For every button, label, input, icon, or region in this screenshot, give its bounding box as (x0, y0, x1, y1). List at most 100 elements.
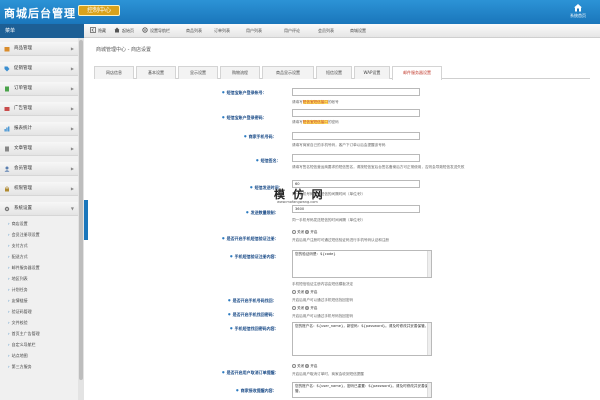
find-pwd-yes-radio[interactable] (305, 290, 310, 294)
send-limit-input[interactable]: 3600 (292, 205, 420, 213)
remind-label: 是否开启用户取消订单提醒： (222, 370, 279, 376)
remind-hint: 开启后用户取消订单时，商家会收到短信提醒 (292, 372, 364, 376)
sidebar-group-orders[interactable]: 订单管理 ▶ (0, 82, 78, 96)
find-pwd-no-radio[interactable] (292, 290, 296, 294)
sidebar-group-ads[interactable]: 广告管理 ▶ (0, 102, 78, 116)
tag-icon (4, 66, 10, 72)
bind-pwd-hint: 开启后用户可以通过手机号码找回密码 (292, 314, 354, 318)
nav-item-set-navbar[interactable]: 设置导航栏 (142, 24, 170, 38)
tab-product-display[interactable]: 商品显示设置 (262, 66, 314, 79)
sidebar-item-links[interactable]: 友情链接 (8, 298, 28, 304)
doc-icon (5, 146, 9, 152)
nav-item-orders[interactable]: 订单列表 (214, 24, 230, 38)
find-pwd-label: 是否开启手机号码找回： (228, 298, 277, 304)
tab-checkout-flow[interactable]: 购物流程 (220, 66, 260, 79)
sidebar-item-shipping[interactable]: 配送方式 (8, 254, 28, 260)
remind-no-radio[interactable] (292, 364, 296, 368)
bind-pwd-label: 是否开启手机找回密码： (228, 312, 277, 318)
nav-item-products[interactable]: 商品列表 (186, 24, 202, 38)
app-logo: 商城后台管理 (4, 7, 76, 20)
find-pwd-hint: 开启后用户可以通过手机短信找回密码 (292, 298, 354, 302)
sidebar-group-system-settings[interactable]: 系统设置 ▼ (0, 202, 78, 216)
hide-icon (90, 27, 96, 33)
sidebar: 商品管理 ▶ 促销管理 ▶ 订单管理 ▶ 广告管理 ▶ 报表统计 ▶ 文章管理 ▶ 会员管理… (0, 38, 84, 400)
verify-no-radio[interactable] (292, 230, 296, 234)
nav-item-users[interactable]: 用户列表 (246, 24, 262, 38)
sidebar-item-cron[interactable]: 计划任务 (8, 287, 28, 293)
sidebar-group-reports[interactable]: 报表统计 ▶ (0, 122, 78, 136)
tab-wap-settings[interactable]: WAP设置 (354, 66, 390, 79)
shop-mobile-input[interactable] (292, 132, 420, 140)
watermark-url: www.mofangwang.com (277, 200, 318, 204)
sidebar-item-home-ads[interactable]: 首页主广告管理 (8, 331, 40, 337)
shop-mobile-label: 商家手机号码： (244, 134, 277, 140)
tab-display-settings[interactable]: 显示设置 (178, 66, 218, 79)
remind-yes-radio[interactable] (305, 364, 310, 368)
ad-icon (4, 107, 10, 111)
remind-radio-group[interactable]: 关闭 开启 (292, 364, 318, 369)
verify-on-radio-group[interactable]: 关闭 开启 (292, 230, 318, 235)
sms-password-input[interactable] (292, 109, 420, 117)
sidebar-item-member-fields[interactable]: 会员注册项设置 (8, 232, 40, 238)
nav-item-user-comments[interactable]: 用户评论 (284, 24, 300, 38)
system-home-button[interactable]: 系统首页 (566, 2, 590, 22)
find-pwd-radio-group[interactable]: 关闭 开启 (292, 290, 318, 295)
settings-tabs: 网店信息 基本设置 显示设置 购物流程 商品显示设置 短信设置 WAP设置 邮件… (94, 66, 590, 80)
sidebar-scroll-thumb[interactable] (79, 40, 83, 380)
sidebar-group-promotions[interactable]: 促销管理 ▶ (0, 62, 78, 76)
sidebar-item-third-party[interactable]: 第三方服务 (8, 364, 32, 370)
order-msg-textarea[interactable]: 您的账户名：${user_name}，新密码：${password}。请及时修改… (292, 322, 432, 356)
pay-remind-textarea[interactable]: 您的账户名：${user_name}，密码已重置：${password}。请及时… (292, 382, 432, 398)
nav-item-members[interactable]: 会员列表 (318, 24, 334, 38)
tab-shop-info[interactable]: 网店信息 (94, 66, 134, 79)
sidebar-group-products[interactable]: 商品管理 ▶ (0, 42, 78, 56)
order-icon (5, 86, 9, 92)
sms-password-hint: 请填写短信宝短信接口的密码 (292, 120, 339, 124)
box-icon (4, 47, 10, 52)
breadcrumb: 商城管理中心 - 商店设置 (96, 47, 151, 53)
sms-sign-label: 短信签名： (256, 158, 281, 164)
verify-content-textarea[interactable]: 您的验证码是：${code} (292, 250, 432, 278)
sidebar-item-payment[interactable]: 支付方式 (8, 243, 28, 249)
shop-mobile-hint: 请填写商家自己的手机号码，客户下订单以后会提醒该号码 (292, 143, 386, 147)
sidebar-item-regions[interactable]: 地区列表 (8, 276, 28, 282)
sms-account-label: 短信宝账户登录帐号： (222, 90, 267, 96)
user-icon (4, 166, 10, 172)
sidebar-item-file-check[interactable]: 文件校验 (8, 320, 28, 326)
sidebar-item-mail-server[interactable]: 邮件服务器设置 (8, 265, 40, 271)
nav-item-start-page[interactable]: 起始页 (114, 24, 134, 38)
pay-remind-label: 商家接收提醒内容： (236, 388, 277, 394)
bind-pwd-no-radio[interactable] (292, 306, 296, 310)
sidebar-item-captcha[interactable]: 验证码管理 (8, 309, 32, 315)
sidebar-toggle-handle[interactable] (84, 200, 88, 240)
verify-on-label: 是否开启手机短信验证注册： (222, 236, 279, 242)
nav-item-hide[interactable]: 隐藏 (90, 24, 106, 38)
sidebar-item-shop-settings[interactable]: 商店设置 (8, 221, 28, 227)
sidebar-group-permissions[interactable]: 权限管理 ▶ (0, 182, 78, 196)
top-bar: 商城后台管理 控制中心 系统首页 (0, 0, 600, 24)
sidebar-item-custom-nav[interactable]: 自定义导航栏 (8, 342, 36, 348)
system-home-label: 系统首页 (570, 13, 586, 18)
sms-sign-input[interactable] (292, 154, 420, 162)
bind-pwd-yes-radio[interactable] (305, 306, 310, 310)
gear-icon (4, 206, 10, 212)
chart-icon (4, 126, 10, 132)
home-icon (114, 27, 120, 33)
send-limit-label: 发送数量限制： (246, 210, 279, 216)
sms-account-input[interactable] (292, 88, 420, 96)
verify-content-label: 手机短信验证注册内容： (230, 254, 279, 260)
verify-yes-radio[interactable] (305, 230, 310, 234)
sidebar-item-sitemap[interactable]: 站点地图 (8, 353, 28, 359)
control-center-badge[interactable]: 控制中心 (78, 5, 120, 16)
bind-pwd-radio-group[interactable]: 关闭 开启 (292, 306, 318, 311)
tab-sms-settings[interactable]: 短信设置 (316, 66, 352, 79)
sms-account-hint: 请填写短信宝短信接口的帐号 (292, 100, 339, 104)
tab-basic-settings[interactable]: 基本设置 (136, 66, 176, 79)
verify-on-hint: 开启后用户注册时可通过短信验证码进行手机号码认证和注册 (292, 238, 390, 242)
lock-icon (5, 186, 9, 192)
sidebar-group-articles[interactable]: 文章管理 ▶ (0, 142, 78, 156)
nav-item-shop-settings[interactable]: 商城设置 (350, 24, 366, 38)
tab-mail-server[interactable]: 邮件服务器设置 (392, 66, 442, 80)
house-icon (574, 4, 582, 12)
sidebar-group-members[interactable]: 会员管理 ▶ (0, 162, 78, 176)
